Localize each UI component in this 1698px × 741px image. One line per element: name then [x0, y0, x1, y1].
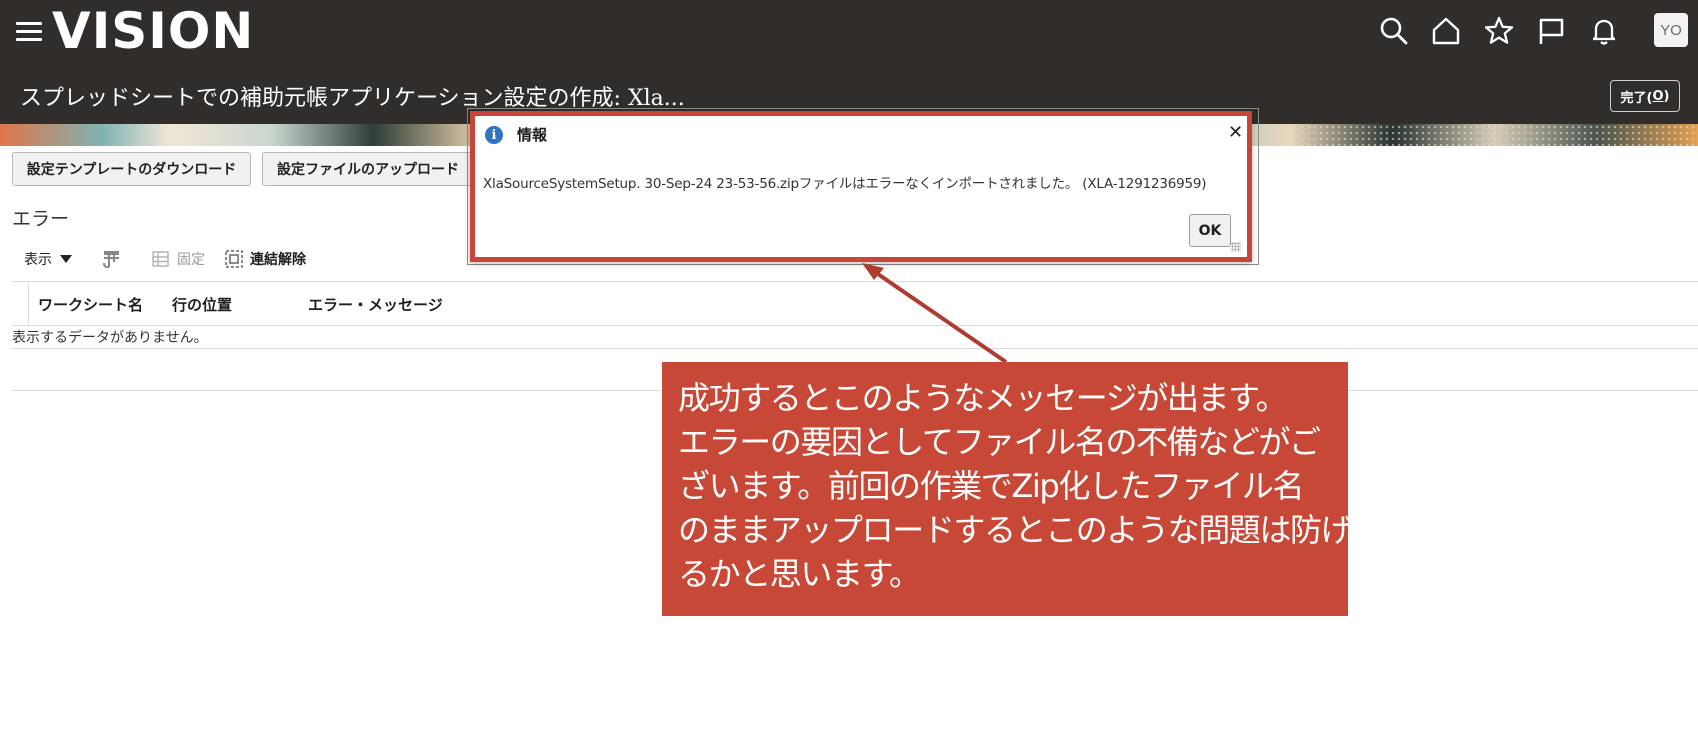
search-icon[interactable] — [1378, 15, 1410, 47]
flag-icon[interactable] — [1535, 15, 1567, 47]
dialog-message: XlaSourceSystemSetup. 30-Sep-24 23-53-56… — [483, 176, 1207, 192]
page: VISION YO スプレッドシートでの補助元帳アプリケーション設定の作成: X… — [0, 0, 1698, 741]
view-menu-label: 表示 — [24, 252, 52, 268]
freeze-label: 固定 — [177, 252, 205, 268]
menu-icon[interactable] — [16, 22, 42, 42]
info-icon: i — [485, 126, 503, 144]
callout-line: ざいます。前回の作業でZip化したファイル名 — [678, 467, 1305, 505]
banner-pattern — [1300, 124, 1698, 146]
callout-line: 成功するとこのようなメッセージが出ます。 — [678, 379, 1288, 417]
callout-line: エラーの要因としてファイル名の不備などがご — [678, 423, 1321, 461]
view-menu[interactable]: 表示 — [24, 246, 72, 272]
ok-button[interactable]: OK — [1189, 214, 1231, 247]
resize-grip[interactable] — [1231, 242, 1241, 252]
done-label: 完了( — [1620, 90, 1653, 106]
errors-table-header: ワークシート名 行の位置 エラー・メッセージ — [12, 281, 1698, 327]
done-button[interactable]: 完了(O) — [1610, 80, 1680, 112]
freeze-icon — [152, 251, 169, 267]
detach-icon — [225, 250, 243, 268]
column-header-worksheet[interactable]: ワークシート名 — [38, 294, 143, 315]
column-header-row-position[interactable]: 行の位置 — [172, 294, 232, 315]
app-logo: VISION — [52, 2, 255, 60]
row-selector-divider — [28, 282, 29, 327]
detach-button[interactable]: 連結解除 — [224, 246, 306, 272]
callout-line: るかと思います。 — [678, 555, 921, 593]
callout-line: のままアップロードするとこのような問題は防げ — [678, 511, 1353, 549]
column-header-error-message[interactable]: エラー・メッセージ — [308, 294, 443, 315]
caret-down-icon — [60, 255, 72, 263]
close-icon[interactable]: ✕ — [1228, 122, 1243, 143]
star-icon[interactable] — [1483, 15, 1515, 47]
user-avatar[interactable]: YO — [1654, 13, 1688, 47]
dialog-title: 情報 — [517, 126, 548, 144]
format-columns-icon[interactable] — [100, 246, 122, 272]
done-accel: O — [1652, 88, 1664, 104]
annotation-callout: 成功するとこのようなメッセージが出ます。 エラーの要因としてファイル名の不備など… — [662, 362, 1353, 616]
download-template-button[interactable]: 設定テンプレートのダウンロード — [12, 152, 251, 186]
home-icon[interactable] — [1430, 15, 1462, 47]
bell-icon[interactable] — [1588, 15, 1620, 47]
errors-section-title: エラー — [12, 208, 70, 230]
info-dialog: i 情報 ✕ XlaSourceSystemSetup. 30-Sep-24 2… — [470, 111, 1252, 262]
freeze-button[interactable]: 固定 — [151, 246, 205, 272]
empty-table-message: 表示するデータがありません。 — [12, 330, 208, 346]
table-divider — [12, 348, 1698, 349]
detach-label: 連結解除 — [250, 252, 306, 268]
done-close: ) — [1663, 88, 1670, 104]
upload-file-button[interactable]: 設定ファイルのアップロード — [262, 152, 474, 186]
